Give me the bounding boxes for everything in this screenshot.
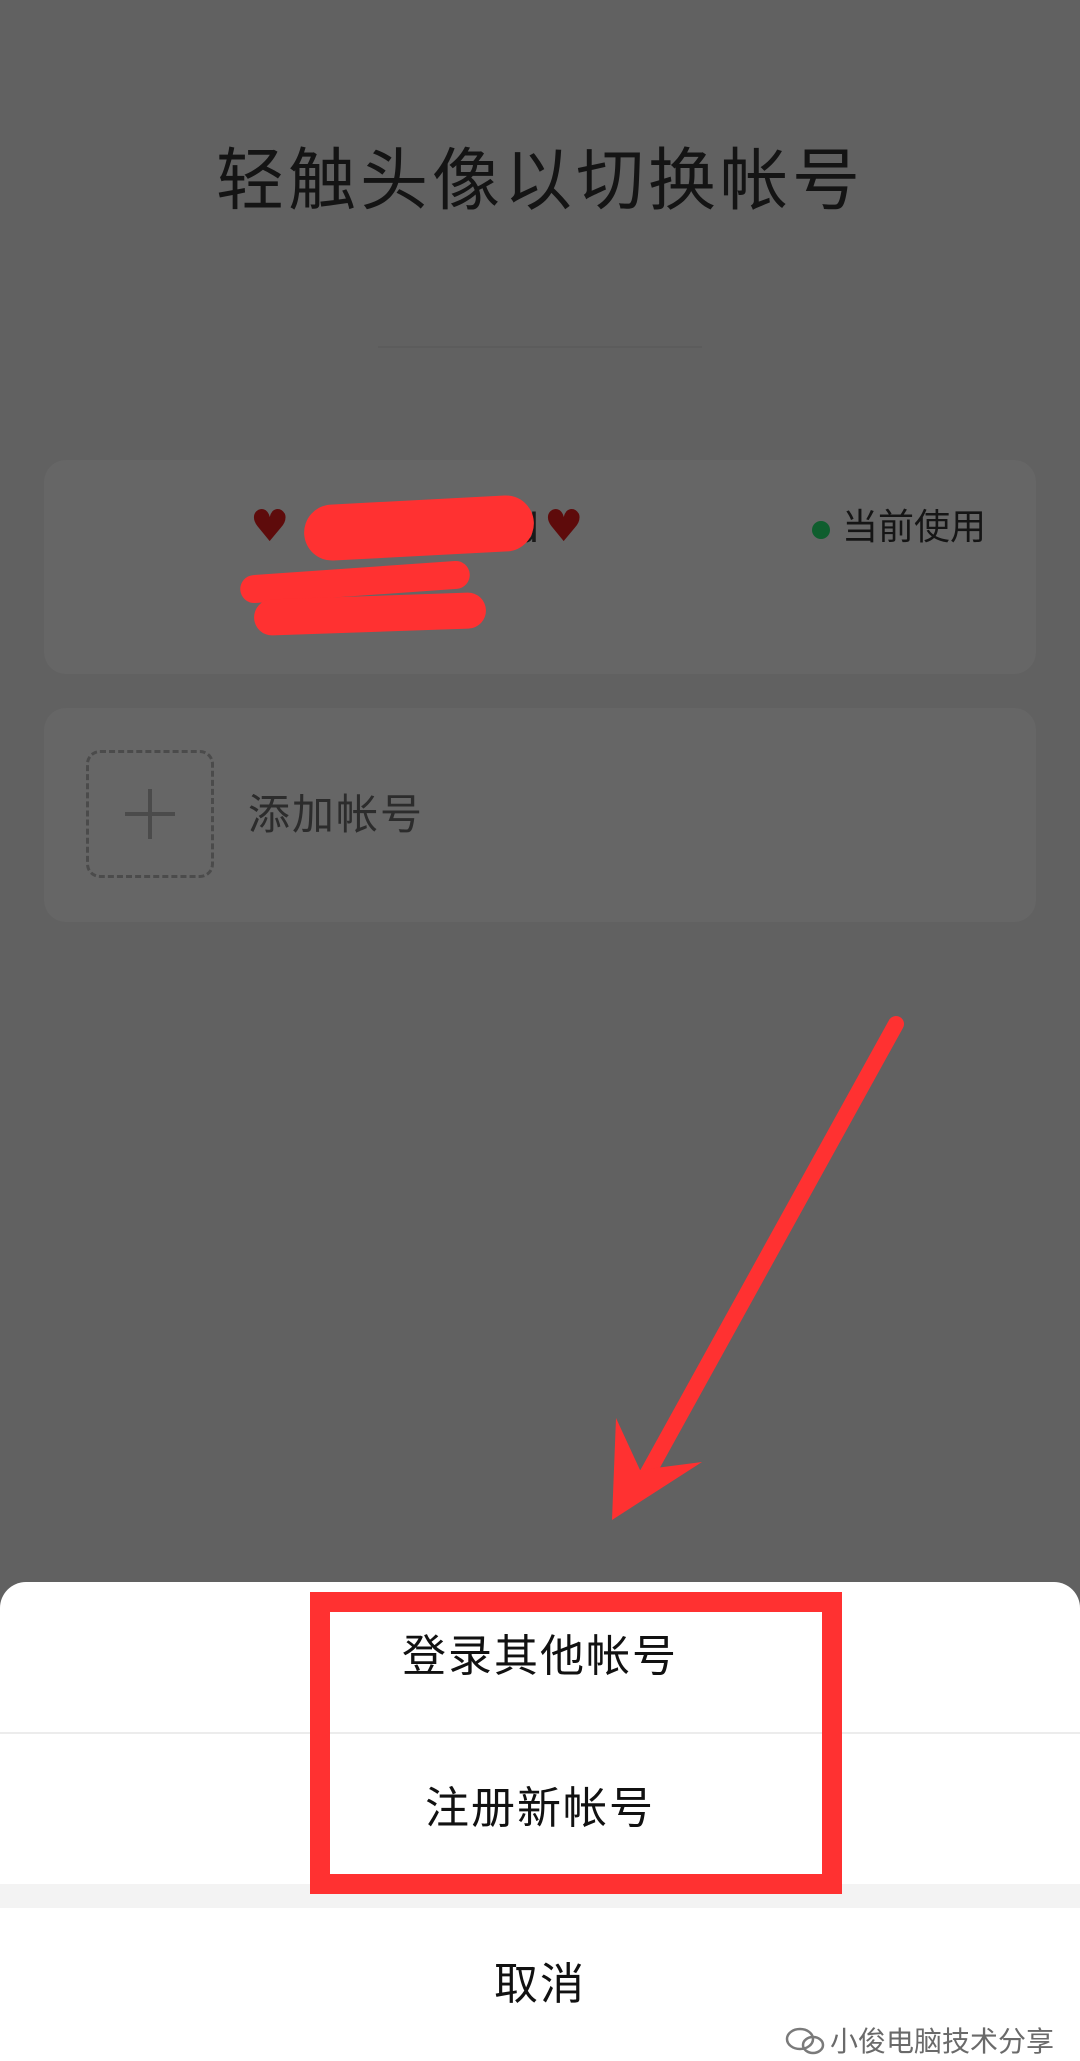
title-divider [378,346,702,348]
wechat-icon [785,2027,825,2055]
login-other-account-button[interactable]: 登录其他帐号 [0,1582,1080,1732]
heart-left-icon: ♥ [250,501,290,552]
current-account-card[interactable]: ♥ d ♥ 当前使用 [44,460,1036,674]
add-account-card[interactable]: 添加帐号 [44,708,1036,922]
page-title: 轻触头像以切换帐号 [215,142,864,221]
watermark-text: 小俊电脑技术分享 [830,2025,1055,2058]
heart-right-icon: ♥ [544,501,584,552]
register-new-account-button[interactable]: 注册新帐号 [0,1734,1080,1884]
plus-icon [86,750,214,878]
status-dot-icon [812,521,830,539]
sheet-gap [0,1884,1080,1908]
redaction-mark [302,494,536,562]
current-status-label: 当前使用 [842,507,987,548]
redaction-mark [253,591,487,637]
action-sheet: 登录其他帐号 注册新帐号 取消 [0,1582,1080,2061]
add-account-label: 添加帐号 [248,790,425,839]
